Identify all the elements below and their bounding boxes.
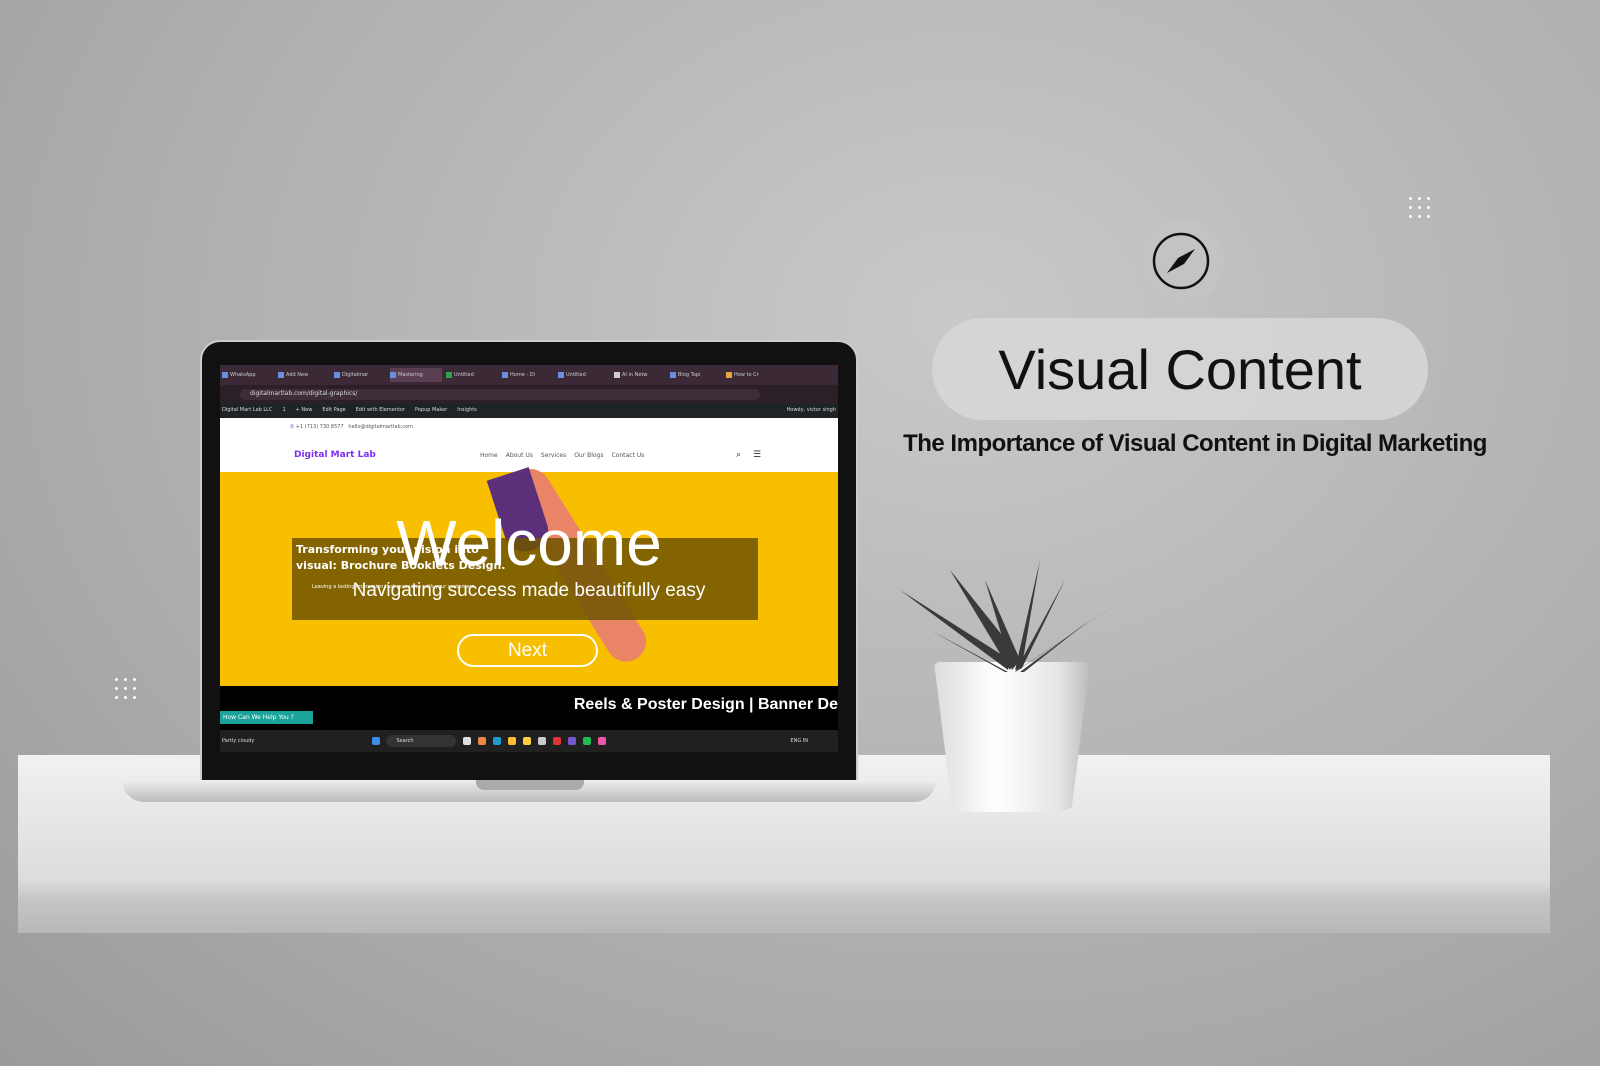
site-logo[interactable]: Digital Mart Lab [294,450,480,460]
address-bar[interactable]: digitalmartlab.com/digital-graphics/ [220,385,838,404]
language-indicator[interactable]: ENG IN [790,738,808,744]
admin-item[interactable]: 1 [282,407,285,415]
plant-pot [934,662,1090,812]
tab-active[interactable]: Mastering [390,368,442,382]
spotify-icon[interactable] [583,737,592,745]
browser-tabs: WhatsApp Add New Digitalmar Mastering Un… [220,365,838,385]
tab[interactable]: Untitled [558,368,610,382]
weather[interactable]: Partly cloudy [222,738,254,744]
tab[interactable]: Blog Topi [670,368,722,382]
teams-icon[interactable] [568,737,577,745]
email-link[interactable]: hello@digitalmartlab.com [348,424,412,430]
admin-item[interactable]: + New [296,407,313,415]
nav-blogs[interactable]: Our Blogs [574,452,603,459]
nav-contact[interactable]: Contact Us [612,452,645,459]
admin-item[interactable]: Edit Page [322,407,345,415]
windows-icon[interactable] [372,737,381,745]
tab[interactable]: Add New [278,368,330,382]
welcome-heading: Welcome [396,507,662,579]
page-subtitle: The Importance of Visual Content in Digi… [903,430,1487,457]
app-icon[interactable] [478,737,487,745]
store-icon[interactable] [538,737,547,745]
tab[interactable]: Home - Di [502,368,554,382]
tab[interactable]: Digitalmar [334,368,386,382]
plant-illustration [900,560,1130,672]
tab[interactable]: WhatsApp [222,368,274,382]
app-icon[interactable] [598,737,607,745]
admin-greeting[interactable]: Howdy, victor singh [787,407,837,415]
nav-home[interactable]: Home [480,452,498,459]
tab[interactable]: AI in Netw [614,368,666,382]
admin-item[interactable]: Digital Mart Lab LLC [222,407,272,415]
tagline: Navigating success made beautifully easy [352,580,706,601]
compass-icon [1138,218,1224,304]
site-nav: Digital Mart Lab Home About Us Services … [220,438,838,472]
taskbar: Partly cloudy Search ENG IN [220,730,838,752]
folder-icon[interactable] [523,737,532,745]
laptop-screen: WhatsApp Add New Digitalmar Mastering Un… [220,365,838,752]
tab[interactable]: How to Cr [726,368,778,382]
dots-decoration [112,675,138,701]
help-button[interactable]: How Can We Help You ? [220,711,313,724]
taskbar-search[interactable]: Search [386,735,457,747]
contact-bar: ✆ +1 (713) 730 8577 hello@digitalmartlab… [220,418,838,438]
hero-banner: Transforming your vision into visual: Br… [220,461,838,686]
next-button[interactable]: Next [457,634,598,667]
dots-decoration [1406,194,1432,220]
search-icon[interactable]: ⌕ [736,450,741,460]
chrome-icon[interactable] [508,737,517,745]
tab[interactable]: Untitled [446,368,498,382]
page-title: Visual Content [932,318,1428,420]
laptop-notch [476,780,584,790]
nav-about[interactable]: About Us [506,452,533,459]
admin-item[interactable]: Popup Maker [415,407,447,415]
menu-icon[interactable]: ☰ [753,450,761,460]
marquee-strip: Reels & Poster Design | Banner De How Ca… [220,686,838,730]
admin-item[interactable]: Insights [457,407,477,415]
app-icon[interactable] [553,737,562,745]
marquee-text: Reels & Poster Design | Banner De [573,696,838,713]
phone-number: +1 (713) 730 8577 [295,424,344,430]
app-icon[interactable] [463,737,472,745]
admin-item[interactable]: Edit with Elementor [356,407,405,415]
nav-services[interactable]: Services [541,452,566,459]
edge-icon[interactable] [493,737,502,745]
wp-admin-bar: Digital Mart Lab LLC 1 + New Edit Page E… [220,404,838,418]
